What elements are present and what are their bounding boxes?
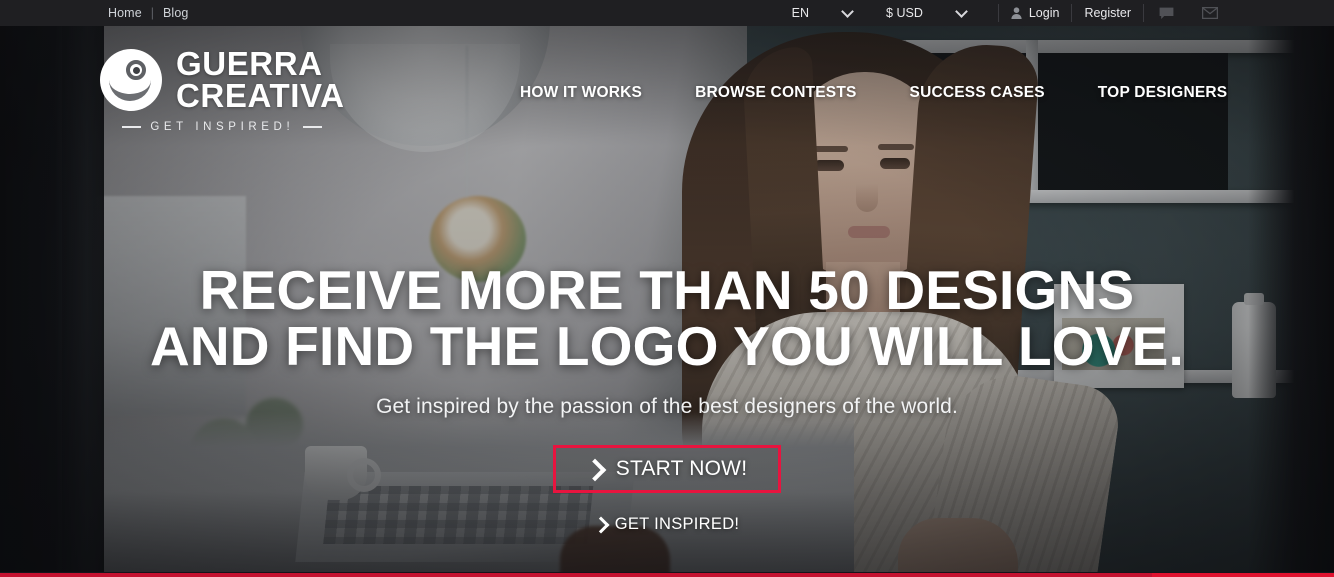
hero-headline: RECEIVE MORE THAN 50 DESIGNS AND FIND TH… <box>150 262 1184 374</box>
hero-subheadline: Get inspired by the passion of the best … <box>376 395 958 418</box>
currency-selector[interactable]: $ USD <box>884 0 968 26</box>
logo-line-1: GUERRA <box>176 45 323 82</box>
start-now-label: START NOW! <box>615 457 748 480</box>
chevron-right-icon <box>595 519 606 530</box>
dash-right <box>303 126 323 128</box>
currency-value: $ USD <box>886 6 923 20</box>
logo-line-2: CREATIVA <box>176 77 345 114</box>
chat-button[interactable] <box>1144 0 1188 26</box>
nav-success-cases[interactable]: SUCCESS CASES <box>910 84 1045 102</box>
speech-bubble-icon <box>1159 7 1173 19</box>
top-utility-bar: Home | Blog EN $ USD Login Register <box>0 0 1334 26</box>
blog-link[interactable]: Blog <box>163 0 188 26</box>
chevron-right-icon <box>587 462 602 477</box>
get-inspired-label: GET INSPIRED! <box>614 515 740 533</box>
hero-headline-line-1: RECEIVE MORE THAN 50 DESIGNS <box>199 259 1135 321</box>
main-navigation: HOW IT WORKS BROWSE CONTESTS SUCCESS CAS… <box>520 84 1227 102</box>
nav-top-designers[interactable]: TOP DESIGNERS <box>1098 84 1228 102</box>
register-button[interactable]: Register <box>1072 0 1143 26</box>
topbar-separator: | <box>150 6 154 20</box>
logo[interactable]: GUERRA CREATIVA GET INSPIRED! <box>100 45 345 133</box>
start-now-button[interactable]: START NOW! <box>553 445 781 493</box>
bottom-accent-rule <box>0 573 1334 577</box>
dash-left <box>122 126 142 128</box>
language-value: EN <box>791 6 810 20</box>
chevron-down-icon <box>957 7 966 16</box>
site-header: GUERRA CREATIVA GET INSPIRED! HOW IT WOR… <box>0 26 1334 133</box>
nav-browse-contests[interactable]: BROWSE CONTESTS <box>695 84 856 102</box>
envelope-icon <box>1202 7 1218 19</box>
landing-page: Home | Blog EN $ USD Login Register GUER… <box>0 0 1334 577</box>
home-link[interactable]: Home <box>108 0 142 26</box>
mail-button[interactable] <box>1188 0 1232 26</box>
topbar-left-links: Home | Blog <box>108 0 188 26</box>
get-inspired-link[interactable]: GET INSPIRED! <box>595 515 740 534</box>
logo-tagline: GET INSPIRED! <box>122 121 323 133</box>
logo-wordmark: GUERRA CREATIVA <box>176 45 345 114</box>
user-icon <box>1011 7 1022 19</box>
nav-how-it-works[interactable]: HOW IT WORKS <box>520 84 642 102</box>
logo-tagline-text: GET INSPIRED! <box>150 121 295 133</box>
language-selector[interactable]: EN <box>790 0 854 26</box>
login-button[interactable]: Login <box>999 0 1072 26</box>
hero-headline-line-2: AND FIND THE LOGO YOU WILL LOVE. <box>149 315 1185 377</box>
logo-row: GUERRA CREATIVA <box>100 45 345 114</box>
login-label: Login <box>1028 6 1060 20</box>
chevron-down-icon <box>843 7 852 16</box>
smiley-face-icon <box>100 49 162 111</box>
topbar-right-controls: EN $ USD Login Register <box>790 0 1232 26</box>
register-label: Register <box>1084 6 1131 20</box>
